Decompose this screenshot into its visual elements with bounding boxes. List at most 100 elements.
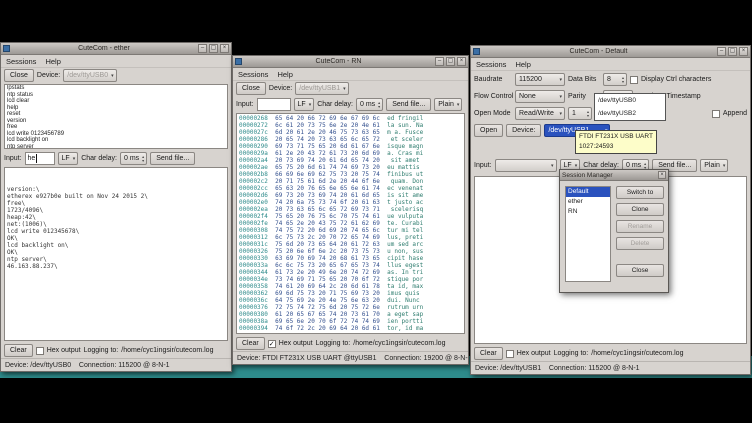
minimize-icon[interactable]: – — [198, 44, 207, 53]
output-line: 1723/4096\ — [5, 207, 227, 214]
titlebar[interactable]: CuteCom - Default – ▢ × — [471, 46, 750, 58]
hex-output-checkbox[interactable] — [36, 347, 44, 355]
chevron-down-icon: ▾ — [309, 102, 312, 108]
display-mode-combo[interactable]: Plain ▾ — [700, 159, 728, 172]
dialog-button[interactable]: Rename — [616, 220, 664, 233]
close-icon[interactable]: × — [658, 171, 666, 179]
output-line: lcd backlight on\ — [5, 242, 227, 249]
open-device-button[interactable]: Open — [474, 124, 503, 137]
close-icon[interactable]: × — [457, 57, 466, 66]
close-device-button[interactable]: Close — [4, 69, 34, 82]
clear-button[interactable]: Clear — [236, 337, 265, 350]
menu-sessions[interactable]: Sessions — [6, 57, 36, 66]
device-dropdown-list[interactable]: /dev/ttyUSB0/dev/ttyUSB2 — [594, 93, 666, 121]
spinner-arrows-icon[interactable]: ▴▾ — [644, 162, 646, 169]
spinner-arrows-icon[interactable]: ▴▾ — [142, 155, 144, 162]
dialog-button[interactable]: Switch to — [616, 186, 664, 199]
tooltip-line-1: FTDI FT231X USB UART — [579, 132, 653, 142]
session-item[interactable]: Default — [566, 187, 610, 197]
clear-button[interactable]: Clear — [4, 344, 33, 357]
titlebar[interactable]: CuteCom - RN – ▢ × — [233, 56, 468, 68]
spinner-arrows-icon[interactable]: ▴▾ — [587, 110, 589, 117]
line-end-combo[interactable]: LF ▾ — [58, 152, 79, 165]
stop-bits-spinner[interactable]: 1 ▴▾ — [568, 107, 592, 120]
close-icon[interactable]: × — [739, 47, 748, 56]
menubar: Sessions Help — [1, 55, 231, 68]
flow-control-label: Flow Control — [474, 93, 512, 100]
command-input[interactable] — [257, 98, 291, 111]
command-input-combo[interactable]: ▾ — [495, 159, 557, 172]
menubar: Sessions Help — [233, 68, 468, 81]
line-end-combo[interactable]: LF ▾ — [294, 98, 315, 111]
minimize-icon[interactable]: – — [717, 47, 726, 56]
hex-row: 000002e0 74 20 6a 75 73 74 6f 20 61 63 t… — [237, 199, 464, 206]
menu-help[interactable]: Help — [277, 70, 292, 79]
command-input[interactable]: he — [25, 152, 55, 165]
history-item[interactable]: ntp server — [5, 144, 227, 150]
device-toolbar: Close Device: /dev/ttyUSB1 ▾ — [236, 81, 465, 96]
hex-row: 00000358 74 61 20 69 64 2c 20 6d 61 78 t… — [237, 283, 464, 290]
menu-help[interactable]: Help — [45, 57, 60, 66]
send-file-button[interactable]: Send file... — [386, 98, 431, 111]
maximize-icon[interactable]: ▢ — [728, 47, 737, 56]
display-mode-combo[interactable]: Plain ▾ — [434, 98, 462, 111]
hex-row: 00000344 61 73 2e 20 49 6e 20 74 72 69 a… — [237, 269, 464, 276]
device-label: Device: — [269, 85, 292, 92]
session-list[interactable]: DefaultetherRN — [565, 186, 611, 282]
device-dropdown-item[interactable]: /dev/ttyUSB2 — [595, 107, 665, 120]
maximize-icon[interactable]: ▢ — [446, 57, 455, 66]
open-mode-combo[interactable]: Read/Write ▾ — [515, 107, 565, 120]
hex-output-checkbox[interactable] — [506, 350, 514, 358]
input-row: Input: LF ▾ Char delay: 0 ms ▴▾ Send fil… — [236, 97, 465, 112]
minimize-icon[interactable]: – — [435, 57, 444, 66]
hex-row: 000002ae 65 75 20 6d 61 74 74 69 73 20 e… — [237, 164, 464, 171]
hex-row: 000002cc 65 63 20 76 65 6e 65 6e 61 74 e… — [237, 185, 464, 192]
append-checkbox[interactable] — [712, 110, 720, 118]
spinner-arrows-icon[interactable]: ▴▾ — [378, 101, 380, 108]
close-device-button[interactable]: Close — [236, 82, 266, 95]
output-line: ntp server\ — [5, 256, 227, 263]
session-item[interactable]: RN — [566, 207, 610, 217]
clear-button[interactable]: Clear — [474, 347, 503, 360]
databits-spinner[interactable]: 8 ▴▾ — [603, 73, 627, 86]
logging-path: /home/cyc1ingsir/cutecom.log — [353, 340, 445, 347]
menu-sessions[interactable]: Sessions — [476, 60, 506, 69]
titlebar[interactable]: CuteCom - ether – ▢ × — [1, 43, 231, 55]
window-cutecom-rn: CuteCom - RN – ▢ × Sessions Help Close D… — [232, 55, 469, 365]
chevron-down-icon: ▾ — [111, 73, 114, 79]
app-icon — [3, 45, 10, 52]
device-tab[interactable]: Device: — [506, 124, 541, 137]
hex-row: 0000033a 6c 6c 75 73 20 65 67 65 73 74 l… — [237, 262, 464, 269]
spinner-arrows-icon[interactable]: ▴▾ — [622, 76, 624, 83]
hex-row: 00000286 20 65 74 20 73 63 65 6c 65 72 e… — [237, 136, 464, 143]
char-delay-spinner[interactable]: 0 ms ▴▾ — [356, 98, 383, 111]
close-icon[interactable]: × — [220, 44, 229, 53]
hex-output-label: Hex output — [279, 340, 313, 347]
char-delay-label: Char delay: — [583, 162, 619, 169]
hex-output-checkbox[interactable]: ✓ — [268, 340, 276, 348]
dialog-button[interactable]: Clone — [616, 203, 664, 216]
dialog-titlebar[interactable]: Session Manager × — [560, 170, 668, 181]
device-dropdown-item[interactable]: /dev/ttyUSB0 — [595, 94, 665, 107]
dialog-button[interactable]: Close — [616, 264, 664, 277]
menu-sessions[interactable]: Sessions — [238, 70, 268, 79]
flow-control-combo[interactable]: None ▾ — [515, 90, 565, 103]
char-delay-label: Char delay: — [317, 101, 353, 108]
app-icon — [473, 48, 480, 55]
bottom-bar: Clear Hex output Logging to: /home/cyc1i… — [474, 346, 747, 361]
baudrate-label: Baudrate — [474, 76, 512, 83]
menu-help[interactable]: Help — [515, 60, 530, 69]
hex-row: 0000038a 69 65 6e 20 70 6f 72 74 74 69 i… — [237, 318, 464, 325]
settings-row-1: Baudrate 115200 ▾ Data Bits 8 ▴▾ Display… — [474, 72, 747, 87]
command-history-list[interactable]: lpstatsntp statuslcd clearhelpresetversi… — [4, 84, 228, 149]
status-bar: Device: FTDI FT231X USB UART @ttyUSB1 Co… — [233, 351, 468, 364]
char-delay-spinner[interactable]: 0 ms ▴▾ — [120, 152, 147, 165]
display-ctrl-checkbox[interactable] — [630, 76, 638, 84]
session-item[interactable]: ether — [566, 197, 610, 207]
send-file-button[interactable]: Send file... — [150, 152, 195, 165]
dialog-button[interactable]: Delete — [616, 237, 664, 250]
status-bar: Device: /dev/ttyUSB0 Connection: 115200 … — [1, 358, 231, 371]
maximize-icon[interactable]: ▢ — [209, 44, 218, 53]
baudrate-combo[interactable]: 115200 ▾ — [515, 73, 565, 86]
bottom-bar: Clear Hex output Logging to: /home/cyc1i… — [4, 343, 228, 358]
